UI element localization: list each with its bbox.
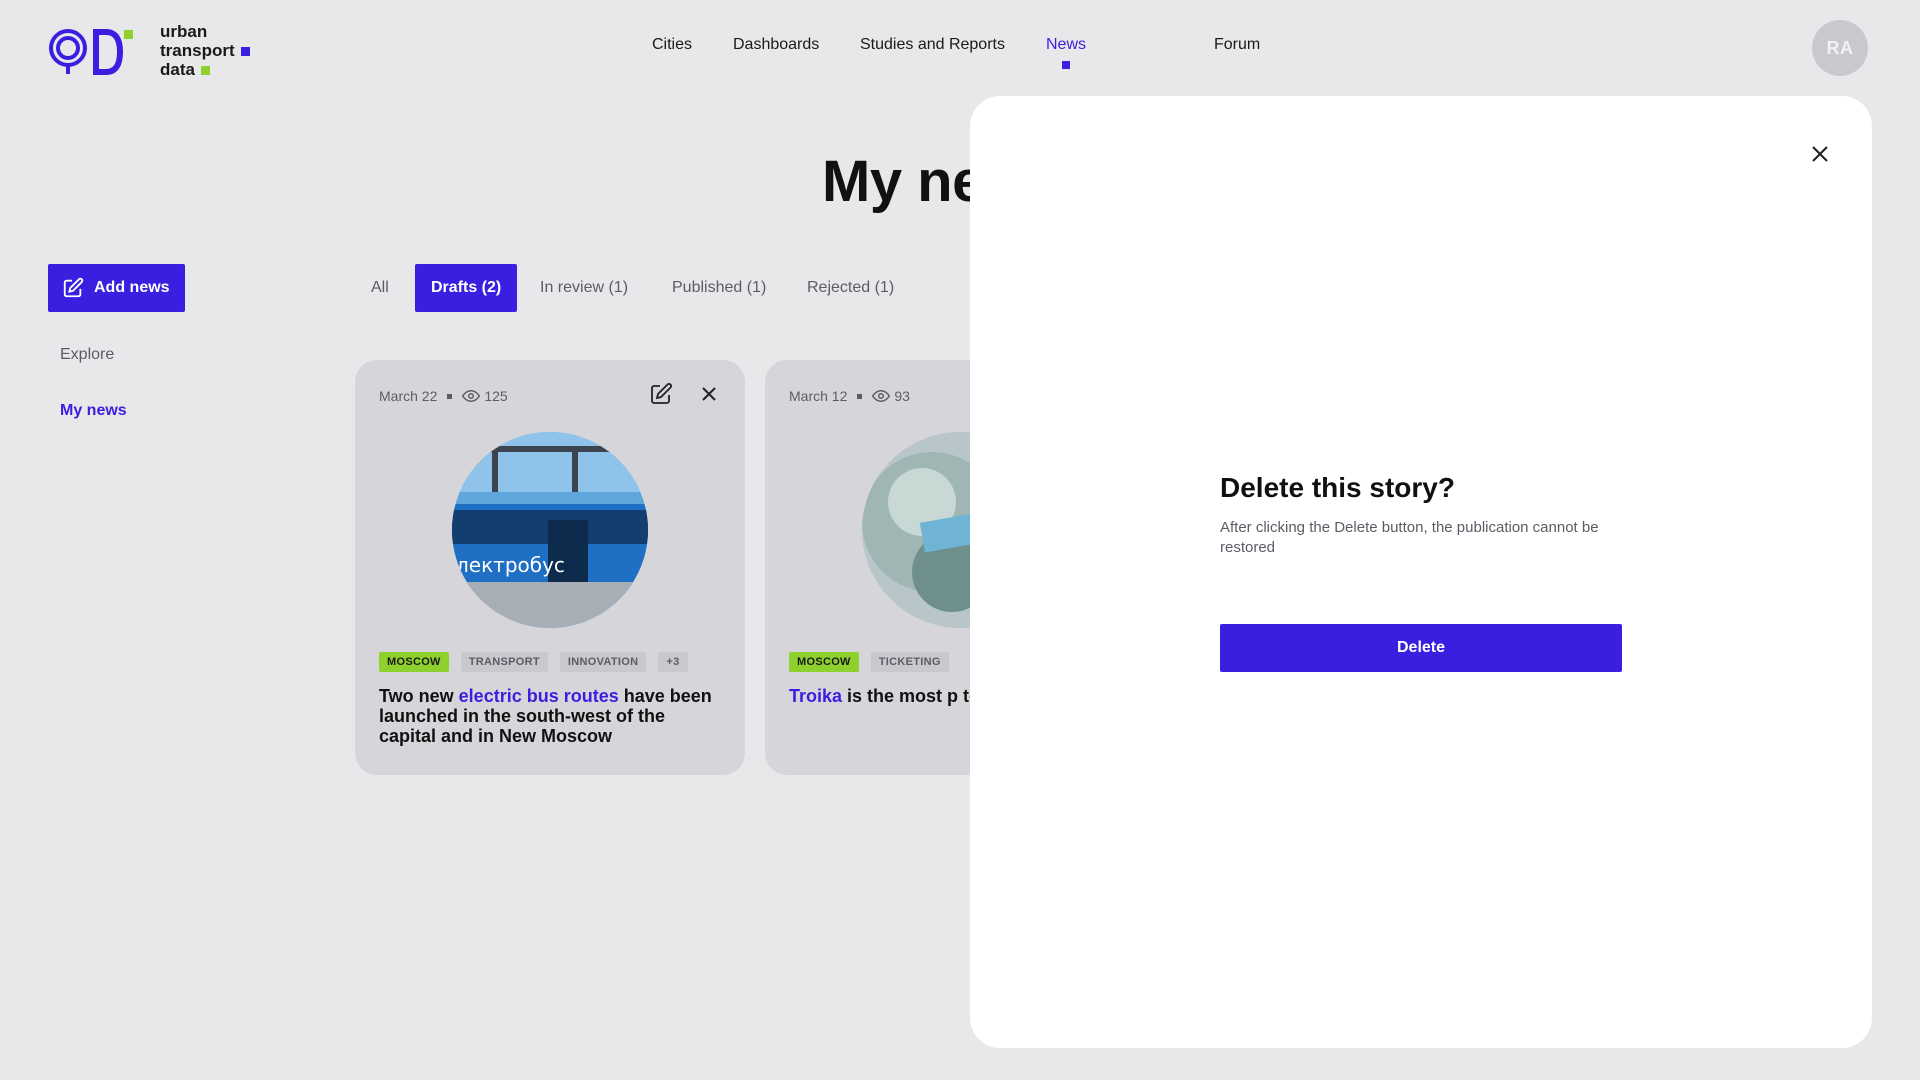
add-news-button[interactable]: Add news (48, 264, 185, 312)
card-views: 93 (894, 388, 910, 404)
tag-more[interactable]: +3 (658, 652, 688, 672)
separator-dot (857, 393, 863, 399)
nav-item-news[interactable]: News (1046, 36, 1087, 69)
avatar[interactable]: RA (1812, 20, 1868, 76)
bus-text: лектробус (456, 553, 565, 577)
card-title-highlight: electric bus routes (458, 686, 619, 706)
edit-icon[interactable] (649, 382, 673, 406)
separator-dot (447, 393, 453, 399)
tab-in-review[interactable]: In review (1) (540, 264, 628, 312)
logo-line-3: data (160, 60, 195, 79)
modal-description: After clicking the Delete button, the pu… (1220, 519, 1599, 556)
tag[interactable]: INNOVATION (559, 652, 647, 672)
sidebar-item-my-news[interactable]: My news (60, 402, 127, 420)
tag[interactable]: MOSCOW (379, 652, 449, 672)
tab-rejected[interactable]: Rejected (1) (807, 264, 894, 312)
news-card[interactable]: March 22 125 лектробус MOSCOW TRANSPORT … (355, 360, 745, 775)
card-views: 125 (484, 388, 508, 404)
active-indicator (1062, 61, 1070, 69)
tab-all[interactable]: All (371, 264, 389, 312)
card-image: лектробус (452, 432, 648, 628)
close-icon[interactable] (1806, 140, 1834, 168)
sidebar-item-explore[interactable]: Explore (60, 346, 114, 364)
add-news-label: Add news (94, 279, 170, 296)
nav-item-cities[interactable]: Cities (652, 36, 692, 54)
nav-item-dashboards[interactable]: Dashboards (733, 36, 819, 54)
tag[interactable]: TRANSPORT (460, 652, 548, 672)
tag[interactable]: TICKETING (870, 652, 949, 672)
close-icon[interactable] (697, 382, 721, 406)
tab-drafts[interactable]: Drafts (2) (415, 264, 518, 312)
tab-published[interactable]: Published (1) (672, 264, 766, 312)
nav-item-news-label: News (1046, 36, 1087, 53)
eye-icon (872, 389, 891, 403)
edit-icon (63, 277, 84, 298)
tag-list: MOSCOW TICKETING (789, 652, 949, 672)
logo-square-icon (200, 66, 210, 76)
card-date: March 12 (789, 388, 848, 404)
delete-modal: Delete this story? After clicking the De… (970, 96, 1872, 1048)
delete-button[interactable]: Delete (1220, 624, 1622, 672)
tag[interactable]: MOSCOW (789, 652, 859, 672)
modal-title: Delete this story? (1220, 472, 1455, 503)
eye-icon (462, 389, 481, 403)
main-nav: Cities Dashboards Studies and Reports Ne… (0, 36, 1920, 69)
nav-item-studies[interactable]: Studies and Reports (860, 36, 1005, 54)
card-title[interactable]: Two new electric bus routes have been la… (379, 686, 724, 746)
card-title-highlight: Troika (789, 686, 843, 706)
card-date: March 22 (379, 388, 438, 404)
nav-item-forum[interactable]: Forum (1214, 36, 1260, 54)
tag-list: MOSCOW TRANSPORT INNOVATION +3 (379, 652, 688, 672)
